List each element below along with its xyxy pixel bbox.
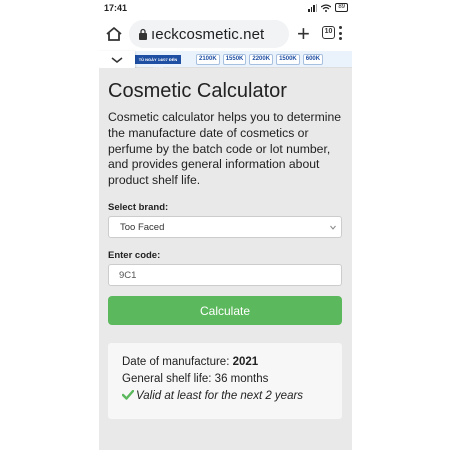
chevron-down-icon bbox=[111, 57, 123, 63]
page-content: Cosmetic Calculator Cosmetic calculator … bbox=[99, 68, 352, 450]
new-tab-icon[interactable]: + bbox=[297, 23, 310, 45]
manufacture-label: Date of manufacture: bbox=[122, 356, 230, 368]
address-bar[interactable]: ıeckcosmetic.net bbox=[129, 20, 289, 48]
phone-screen: 17:41 89 ıeckcosmetic.net + 10 TỦ NGÀY 1… bbox=[99, 0, 352, 450]
status-time: 17:41 bbox=[104, 3, 128, 13]
ad-price: 2200K bbox=[249, 54, 274, 65]
url-text: ıeckcosmetic.net bbox=[151, 26, 265, 43]
brand-label: Select brand: bbox=[108, 202, 169, 213]
signal-icon bbox=[308, 3, 318, 12]
ad-price: 2100K bbox=[196, 54, 220, 65]
home-icon[interactable] bbox=[105, 25, 123, 43]
manufacture-value: 2021 bbox=[232, 356, 259, 368]
calculate-button[interactable]: Calculate bbox=[108, 296, 342, 325]
check-icon bbox=[122, 390, 134, 400]
brand-select[interactable]: Too Faced bbox=[108, 216, 342, 238]
overflow-menu-icon[interactable] bbox=[339, 26, 343, 42]
manufacture-date-line: Date of manufacture: 2021 bbox=[122, 356, 258, 368]
code-label: Enter code: bbox=[108, 250, 161, 261]
ad-price: 1550K bbox=[222, 54, 247, 65]
ad-price: 600K bbox=[302, 54, 324, 65]
validity-line: Valid at least for the next 2 years bbox=[122, 390, 303, 402]
page-intro: Cosmetic calculator helps you to determi… bbox=[108, 110, 342, 188]
ad-prices: 2100K 1550K 2200K 1500K 600K bbox=[196, 54, 324, 65]
battery-icon: 89 bbox=[335, 3, 348, 12]
ad-banner[interactable]: TỦ NGÀY 14/07 ĐẾN 18/07 2100K 1550K 2200… bbox=[99, 51, 352, 71]
page-title: Cosmetic Calculator bbox=[108, 80, 287, 102]
lock-icon bbox=[139, 28, 147, 40]
wifi-icon bbox=[321, 3, 332, 12]
chevron-down-icon bbox=[330, 225, 336, 230]
brand-select-value: Too Faced bbox=[120, 222, 165, 233]
status-icons: 89 bbox=[308, 3, 348, 12]
browser-toolbar: ıeckcosmetic.net + 10 bbox=[99, 17, 352, 51]
validity-text: Valid at least for the next 2 years bbox=[136, 390, 304, 402]
ad-price: 1500K bbox=[276, 54, 300, 65]
status-bar: 17:41 89 bbox=[99, 0, 352, 16]
shelf-life-line: General shelf life: 36 months bbox=[122, 373, 269, 385]
code-input[interactable] bbox=[108, 264, 342, 286]
ad-logo: TỦ NGÀY 14/07 ĐẾN 18/07 bbox=[135, 55, 181, 71]
result-panel: Date of manufacture: 2021 General shelf … bbox=[108, 343, 342, 419]
tab-switcher-icon[interactable]: 10 bbox=[322, 26, 335, 39]
